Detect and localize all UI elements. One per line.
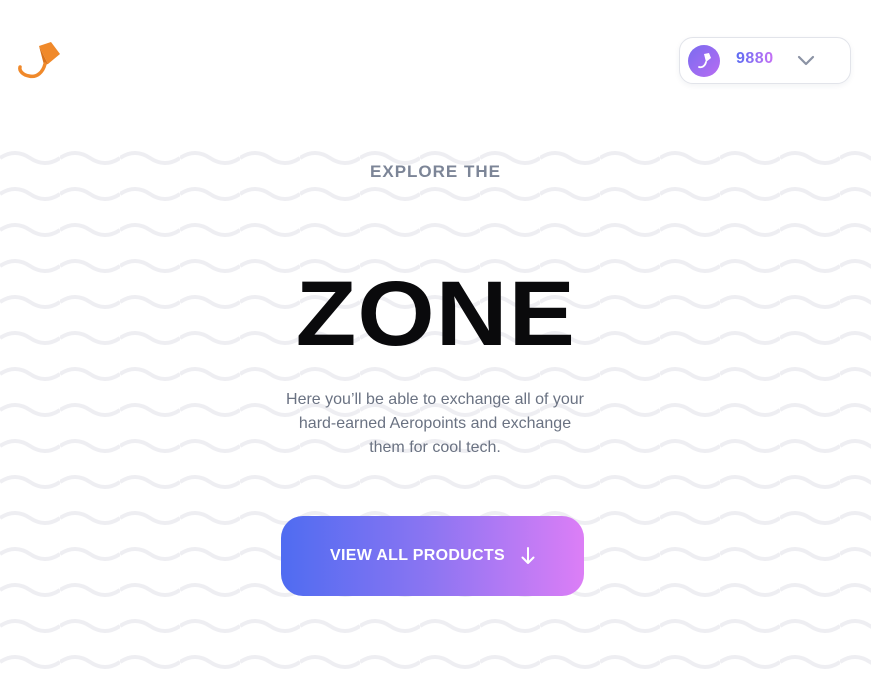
hero-title-line-2: ZONE [0,264,871,364]
view-all-products-button[interactable]: VIEW ALL PRODUCTS [281,516,584,596]
arrow-down-icon [521,547,535,564]
hero-description: Here you’ll be able to exchange all of y… [286,391,584,456]
points-dropdown[interactable]: 9880 [679,37,851,84]
chevron-down-icon [797,55,815,66]
cta-label: VIEW ALL PRODUCTS [330,547,505,564]
page: 9880 EXPLORE THE TECH ZONE Here you’ll b… [0,0,871,676]
hero-title-zone: ZONE [295,263,576,365]
points-balance: 9880 [736,50,774,67]
aerocoin-icon [688,45,720,77]
top-bar: 9880 [0,0,871,120]
kite-logo-icon[interactable] [17,40,61,80]
